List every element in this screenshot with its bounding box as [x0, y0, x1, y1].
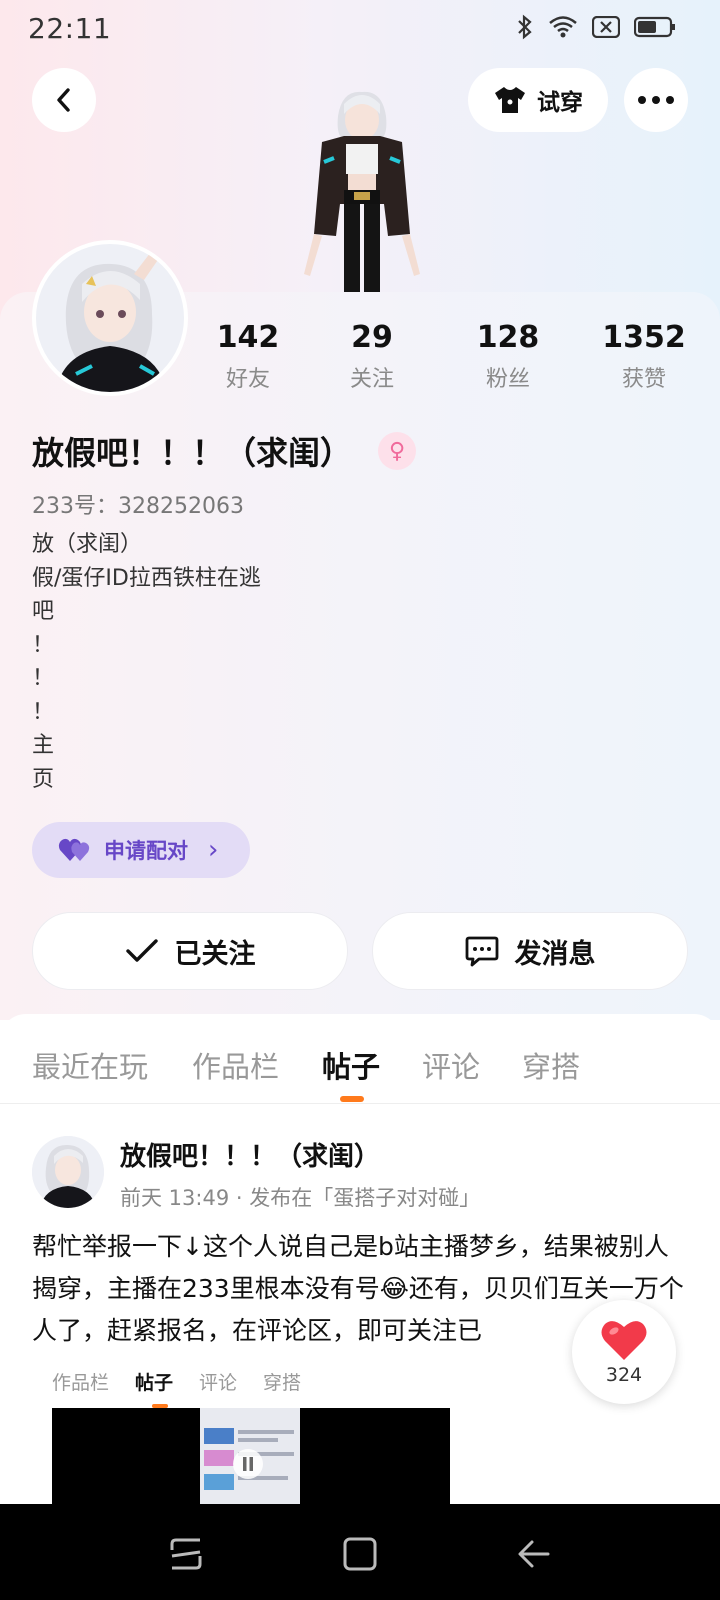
system-nav-bar — [0, 1504, 720, 1600]
tab-works[interactable]: 作品栏 — [192, 1044, 279, 1086]
more-options-button[interactable] — [624, 68, 688, 132]
stat-following-label: 关注 — [349, 367, 394, 392]
post-image-tab: 穿搭 — [263, 1372, 302, 1394]
post-meta: 前天 13:49 · 发布在「蛋搭子对对碰」 — [120, 1186, 481, 1210]
back-button[interactable] — [32, 68, 96, 132]
send-message-label: 发消息 — [514, 938, 596, 970]
back-arrow-icon — [518, 1540, 550, 1568]
status-bar: 22:11 — [0, 0, 720, 56]
checkmark-icon — [125, 939, 158, 962]
stat-following[interactable]: 29 关注 — [312, 320, 432, 393]
chevron-left-icon — [57, 88, 70, 112]
followed-label: 已关注 — [174, 938, 256, 970]
bio-line: 主 — [32, 733, 55, 758]
profile-stats: 142 好友 29 关注 128 粉丝 1352 获赞 — [0, 320, 720, 400]
stat-fans[interactable]: 128 粉丝 — [448, 320, 568, 393]
post-author-name[interactable]: 放假吧！！！（求闺） — [120, 1136, 380, 1173]
pause-icon[interactable] — [232, 1448, 264, 1480]
system-back-button[interactable] — [514, 1534, 554, 1574]
post-image-tab: 帖子 — [135, 1372, 174, 1394]
status-time: 22:11 — [28, 12, 112, 45]
profile-bio: 放（求闺） 假/蛋仔ID拉西铁柱在逃 吧 ！ ！ ！ 主 页 — [32, 528, 352, 796]
post-author-avatar[interactable] — [32, 1136, 104, 1208]
home-button[interactable] — [340, 1534, 380, 1574]
bio-line: 页 — [32, 766, 55, 792]
tab-outfits[interactable]: 穿搭 — [522, 1044, 580, 1086]
apply-pair-label: 申请配对 — [104, 839, 188, 863]
character-figure[interactable] — [282, 84, 442, 294]
heart-icon — [601, 1321, 647, 1360]
tab-posts[interactable]: 帖子 — [322, 1044, 380, 1086]
try-on-label: 试穿 — [537, 90, 583, 116]
female-gender-icon: ♀ — [378, 432, 417, 470]
like-count: 324 — [605, 1364, 643, 1386]
no-sim-icon — [592, 16, 620, 38]
user-id: 233号：328252063 — [32, 494, 244, 519]
followed-button[interactable]: 已关注 — [32, 912, 348, 990]
stat-friends-value: 142 — [216, 320, 280, 355]
tshirt-icon — [495, 87, 525, 113]
stat-fans-label: 粉丝 — [485, 367, 530, 392]
post-image-tab: 评论 — [199, 1372, 238, 1394]
stat-friends[interactable]: 142 好友 — [188, 320, 308, 393]
stat-likes-label: 获赞 — [621, 367, 666, 392]
post-image-tabs: 作品栏 帖子 评论 穿搭 — [52, 1368, 301, 1395]
bio-line: ！ — [32, 666, 55, 691]
double-heart-icon — [58, 838, 90, 861]
tab-recently-played[interactable]: 最近在玩 — [32, 1044, 148, 1086]
bio-line: ！ — [32, 632, 55, 658]
more-dots-icon — [638, 96, 674, 104]
stat-fans-value: 128 — [476, 320, 540, 355]
bluetooth-icon — [518, 14, 532, 40]
chevron-right-icon: › — [208, 835, 219, 865]
send-message-button[interactable]: 发消息 — [372, 912, 688, 990]
stat-friends-label: 好友 — [225, 367, 270, 392]
recent-apps-icon — [170, 1538, 202, 1570]
chat-bubble-icon — [465, 936, 498, 967]
try-on-button[interactable]: 试穿 — [468, 68, 608, 132]
tab-comments[interactable]: 评论 — [422, 1044, 480, 1086]
active-tab-indicator — [340, 1096, 364, 1102]
like-button[interactable]: 324 — [572, 1300, 676, 1404]
bio-line: 放（求闺） — [32, 532, 143, 557]
bio-line: 假/蛋仔ID拉西铁柱在逃 — [32, 565, 261, 591]
bio-line: 吧 — [32, 599, 55, 624]
post-video[interactable] — [52, 1408, 450, 1504]
profile-tabs: 最近在玩 作品栏 帖子 评论 穿搭 — [0, 1014, 720, 1104]
bio-line: ！ — [32, 699, 55, 725]
apply-pair-button[interactable]: 申请配对 › — [32, 822, 250, 878]
home-square-icon — [343, 1537, 377, 1571]
stat-likes-value: 1352 — [602, 320, 686, 355]
profile-name-row: 放假吧！！！（求闺） ♀ — [32, 428, 417, 474]
stat-following-value: 29 — [351, 320, 393, 355]
status-icons — [516, 14, 676, 40]
wifi-icon — [549, 16, 577, 38]
recent-apps-button[interactable] — [166, 1534, 206, 1574]
stat-likes[interactable]: 1352 获赞 — [584, 320, 704, 393]
post-image-tab: 作品栏 — [52, 1372, 110, 1394]
profile-name: 放假吧！！！（求闺） — [32, 434, 353, 472]
battery-icon — [634, 16, 675, 38]
